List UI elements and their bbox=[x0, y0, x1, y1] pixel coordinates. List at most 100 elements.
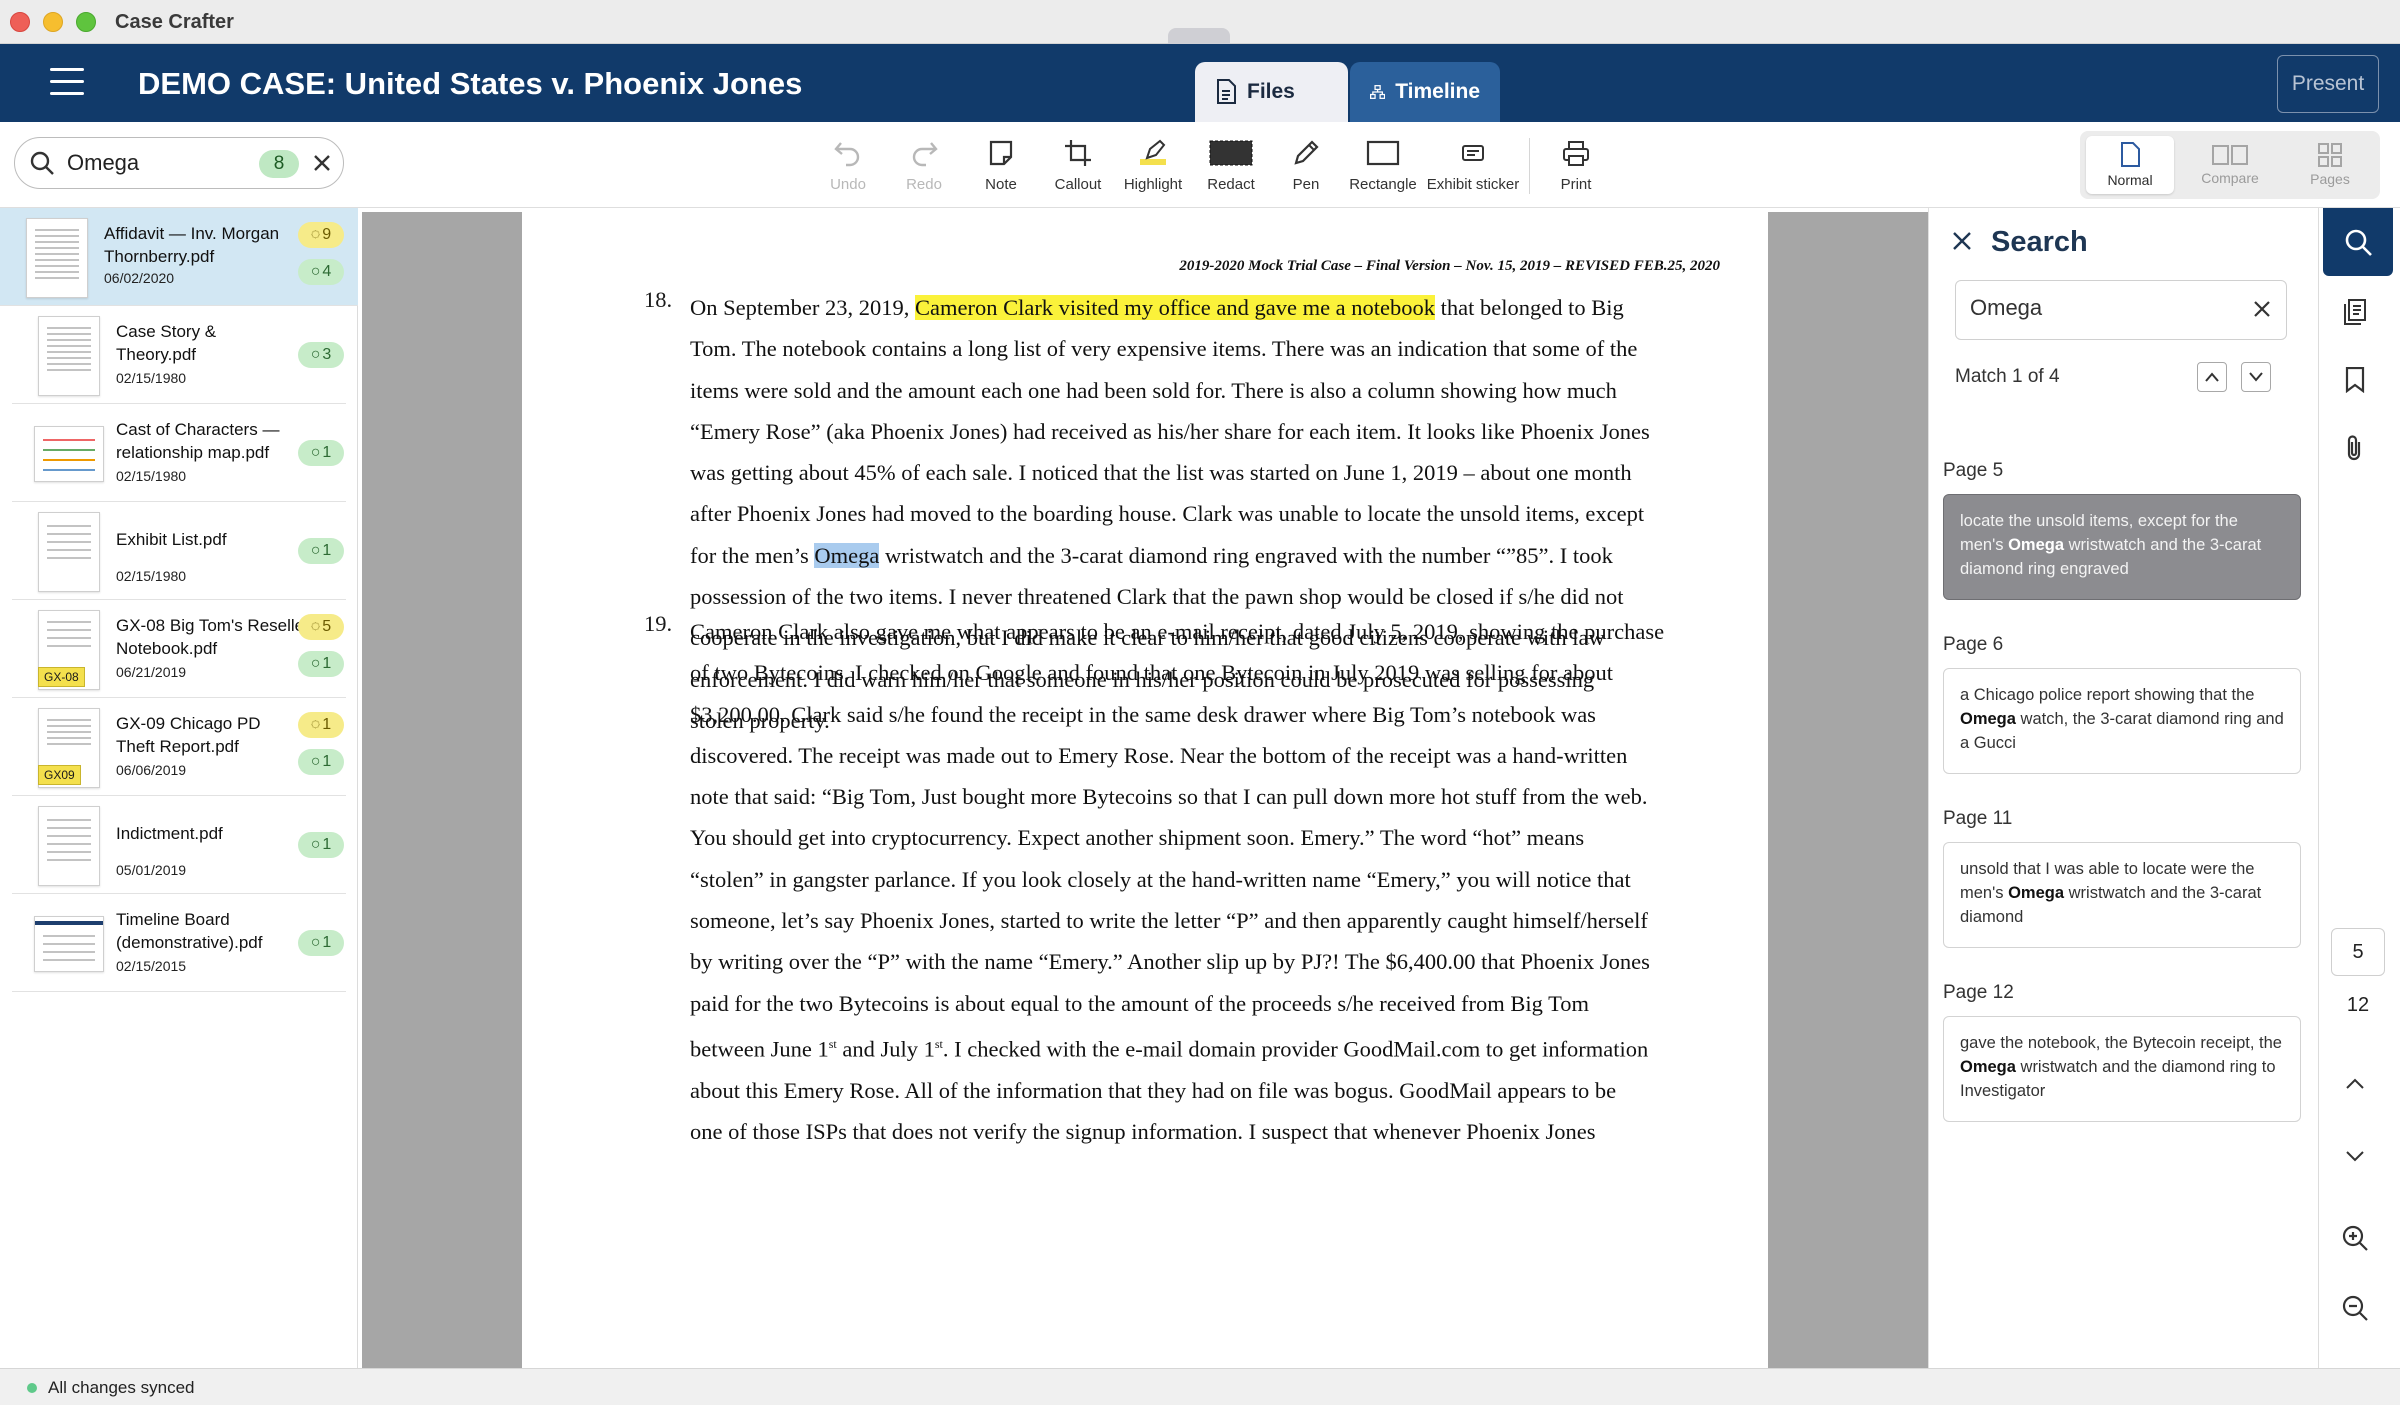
pen-button[interactable]: Pen bbox=[1286, 136, 1326, 202]
search-result-item[interactable]: unsold that I was able to locate were th… bbox=[1943, 842, 2301, 948]
zoom-window-button[interactable] bbox=[76, 12, 96, 32]
document-page[interactable]: 2019-2020 Mock Trial Case – Final Versio… bbox=[522, 212, 1768, 1369]
match-count-badge: ○ 4 bbox=[298, 259, 344, 285]
search-result-item[interactable]: locate the unsold items, except for the … bbox=[1943, 494, 2301, 600]
file-item-cast-of-characters[interactable]: Cast of Characters — relationship map.pd… bbox=[12, 404, 346, 502]
exhibit-sticker-label: Exhibit sticker bbox=[1426, 176, 1520, 193]
bookmark-icon bbox=[2345, 367, 2365, 393]
drag-handle[interactable] bbox=[1168, 28, 1230, 44]
next-match-button[interactable] bbox=[2241, 362, 2271, 392]
grid-icon bbox=[2318, 143, 2342, 167]
notes-panel-button[interactable] bbox=[2339, 296, 2371, 328]
file-thumbnail bbox=[34, 426, 104, 482]
search-icon: ○ bbox=[310, 542, 321, 559]
file-thumbnail bbox=[34, 916, 104, 972]
tab-files[interactable]: Files bbox=[1195, 62, 1348, 122]
highlight-label: Highlight bbox=[1123, 176, 1183, 193]
search-result-item[interactable]: gave the notebook, the Bytecoin receipt,… bbox=[1943, 1016, 2301, 1122]
toolbar: 8 Undo Redo Note Callout Highlight Redac… bbox=[0, 122, 2400, 208]
file-name: GX-08 Big Tom's Reseller Notebook.pdf bbox=[116, 616, 310, 658]
chevron-down-icon bbox=[2346, 1151, 2364, 1162]
match-count-badge: ○ 1 bbox=[298, 749, 344, 775]
note-icon bbox=[989, 140, 1013, 166]
view-pages-button[interactable]: Pages bbox=[2286, 136, 2374, 194]
rectangle-button[interactable]: Rectangle bbox=[1348, 136, 1418, 202]
single-page-icon bbox=[2121, 142, 2140, 167]
sync-status-icon bbox=[27, 1383, 37, 1393]
file-item-indictment[interactable]: Indictment.pdf 05/01/2019 ○ 1 bbox=[12, 796, 346, 894]
file-name: Indictment.pdf bbox=[116, 824, 223, 843]
match-count-badge: ○ 1 bbox=[298, 832, 344, 858]
attachments-panel-button[interactable] bbox=[2339, 432, 2371, 464]
view-normal-button[interactable]: Normal bbox=[2086, 136, 2174, 194]
file-name: Case Story & Theory.pdf bbox=[116, 322, 217, 364]
file-date: 02/15/1980 bbox=[116, 568, 187, 584]
close-window-button[interactable] bbox=[10, 12, 30, 32]
search-panel-toggle[interactable] bbox=[2323, 208, 2393, 276]
search-panel-input[interactable] bbox=[1970, 295, 2230, 321]
file-item-gx09-theft-report[interactable]: GX09 GX-09 Chicago PD Theft Report.pdf 0… bbox=[12, 698, 346, 796]
exhibit-sticker-button[interactable]: Exhibit sticker bbox=[1424, 136, 1522, 202]
previous-page-button[interactable] bbox=[2339, 1068, 2371, 1100]
match-count-badge: ○ 1 bbox=[298, 651, 344, 677]
result-page-label: Page 5 bbox=[1943, 460, 2004, 481]
redact-icon bbox=[1209, 140, 1253, 166]
chevron-up-icon bbox=[2205, 372, 2219, 382]
document-icon bbox=[1217, 79, 1236, 104]
search-result-item[interactable]: a Chicago police report showing that the… bbox=[1943, 668, 2301, 774]
search-match-highlight[interactable]: Omega bbox=[814, 542, 880, 568]
file-item-exhibit-list[interactable]: Exhibit List.pdf 02/15/1980 ○ 1 bbox=[12, 502, 346, 600]
file-thumbnail bbox=[38, 512, 100, 592]
previous-match-button[interactable] bbox=[2197, 362, 2227, 392]
present-button[interactable]: Present bbox=[2277, 55, 2379, 113]
undo-button[interactable]: Undo bbox=[823, 136, 873, 202]
file-name: Timeline Board (demonstrative).pdf bbox=[116, 910, 263, 952]
file-item-case-story[interactable]: Case Story & Theory.pdf 02/15/1980 ○ 3 bbox=[12, 306, 346, 404]
file-date: 02/15/1980 bbox=[116, 370, 187, 386]
match-counter: Match 1 of 4 bbox=[1955, 366, 2060, 387]
paperclip-icon bbox=[2347, 435, 2361, 461]
file-search-input[interactable] bbox=[67, 148, 257, 178]
file-date: 06/06/2019 bbox=[116, 762, 187, 778]
search-panel: Search Match 1 of 4 Page 5 locate the un… bbox=[1928, 208, 2318, 1368]
comment-icon: ◌ bbox=[310, 226, 321, 243]
file-name: GX-09 Chicago PD Theft Report.pdf bbox=[116, 714, 261, 756]
printer-icon bbox=[1563, 141, 1589, 166]
highlighter-icon bbox=[1140, 139, 1166, 165]
highlight-button[interactable]: Highlight bbox=[1120, 136, 1186, 202]
page-number-input[interactable]: 5 bbox=[2331, 928, 2385, 976]
print-button[interactable]: Print bbox=[1556, 136, 1596, 202]
zoom-out-icon bbox=[2342, 1295, 2368, 1321]
crop-icon bbox=[1065, 140, 1091, 166]
document-viewer[interactable]: 2019-2020 Mock Trial Case – Final Versio… bbox=[362, 212, 1928, 1369]
minimize-window-button[interactable] bbox=[43, 12, 63, 32]
view-compare-button[interactable]: Compare bbox=[2186, 136, 2274, 194]
tab-timeline[interactable]: Timeline bbox=[1350, 62, 1500, 122]
yellow-highlight[interactable]: Cameron Clark visited my office and gave… bbox=[914, 295, 1436, 320]
file-item-gx08-notebook[interactable]: GX-08 GX-08 Big Tom's Reseller Notebook.… bbox=[12, 600, 346, 698]
next-page-button[interactable] bbox=[2339, 1140, 2371, 1172]
redact-button[interactable]: Redact bbox=[1206, 136, 1256, 202]
pen-icon bbox=[1294, 140, 1319, 165]
redo-label: Redo bbox=[906, 176, 942, 193]
close-icon[interactable] bbox=[1951, 230, 1973, 252]
zoom-in-button[interactable] bbox=[2339, 1222, 2371, 1254]
callout-button[interactable]: Callout bbox=[1048, 136, 1108, 202]
clear-search-icon[interactable] bbox=[2252, 299, 2272, 319]
file-date: 05/01/2019 bbox=[116, 862, 187, 878]
menu-icon[interactable] bbox=[50, 68, 84, 96]
redo-button[interactable]: Redo bbox=[899, 136, 949, 202]
note-button[interactable]: Note bbox=[976, 136, 1026, 202]
file-item-timeline-board[interactable]: Timeline Board (demonstrative).pdf 02/15… bbox=[12, 894, 346, 992]
chevron-down-icon bbox=[2249, 372, 2263, 382]
file-date: 02/15/1980 bbox=[116, 468, 187, 484]
zoom-out-button[interactable] bbox=[2339, 1292, 2371, 1324]
file-name: Cast of Characters — relationship map.pd… bbox=[116, 420, 280, 462]
bookmarks-panel-button[interactable] bbox=[2339, 364, 2371, 396]
file-item-affidavit[interactable]: Affidavit — Inv. Morgan Thornberry.pdf 0… bbox=[0, 208, 358, 306]
match-count-badge: ○ 1 bbox=[298, 930, 344, 956]
search-panel-title: Search bbox=[1991, 226, 2088, 258]
clear-search-icon[interactable] bbox=[311, 152, 333, 174]
file-thumbnail bbox=[38, 316, 100, 396]
file-list: Affidavit — Inv. Morgan Thornberry.pdf 0… bbox=[0, 208, 358, 1368]
